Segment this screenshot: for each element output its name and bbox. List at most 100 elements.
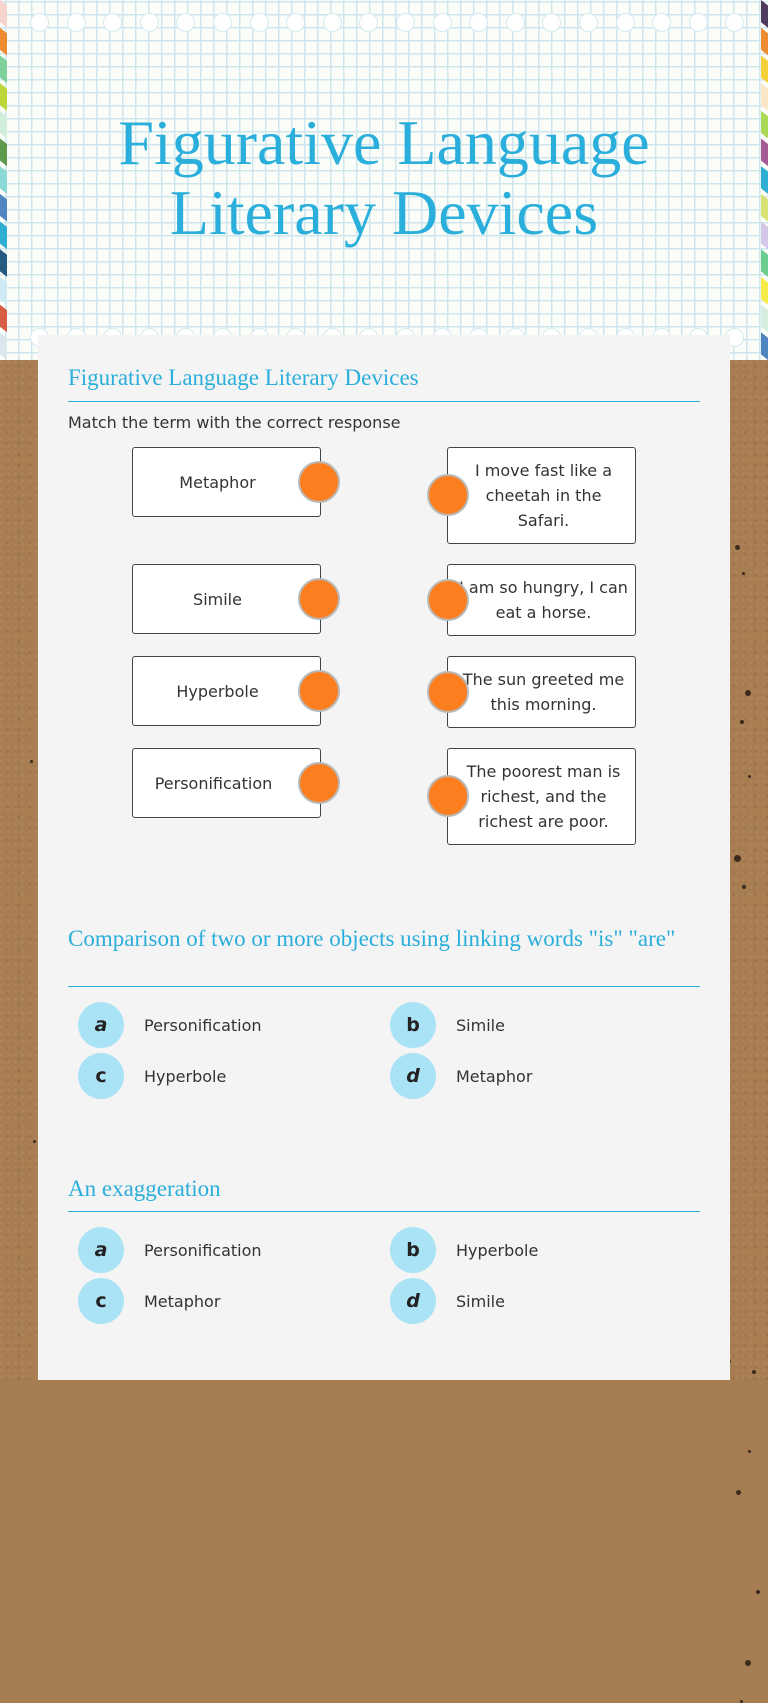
color-stripe-segment — [0, 27, 7, 56]
match-response[interactable]: The sun greeted me this morning. — [447, 656, 636, 728]
notebook-hole — [688, 13, 708, 32]
color-stripe-segment — [0, 276, 7, 305]
worksheet-card: Figurative Language Literary Devices Mat… — [38, 335, 730, 1380]
notebook-hole — [505, 13, 525, 32]
notebook-hole — [359, 13, 379, 32]
notebook-hole — [725, 13, 745, 32]
notebook-hole — [30, 13, 49, 32]
match-term-hyperbole[interactable]: Hyperbole — [132, 656, 321, 726]
color-stripe-segment — [0, 304, 7, 333]
response-text: The poorest man is richest, and the rich… — [466, 762, 621, 831]
response-connector-dot[interactable] — [427, 775, 469, 817]
question-title: Comparison of two or more objects using … — [68, 926, 676, 951]
term-label: Metaphor — [179, 472, 256, 492]
match-term-personification[interactable]: Personification — [132, 748, 321, 818]
cardboard-speck — [30, 760, 33, 763]
term-label: Personification — [154, 773, 273, 793]
question-title: An exaggeration — [68, 1176, 221, 1201]
question-instruction: Match the term with the correct response — [68, 413, 401, 432]
notebook-holes-top — [30, 13, 745, 32]
response-connector-dot[interactable] — [427, 474, 469, 516]
notebook-hole — [176, 13, 196, 32]
option-label: Metaphor — [144, 1291, 221, 1311]
notebook-hole — [286, 13, 306, 32]
title-divider — [68, 1211, 700, 1212]
color-stripe-segment — [0, 0, 7, 28]
cardboard-speck — [736, 1490, 741, 1495]
option-label: Metaphor — [456, 1066, 533, 1086]
term-label: Hyperbole — [176, 681, 259, 701]
term-connector-dot[interactable] — [298, 670, 340, 712]
color-stripe-segment — [0, 332, 7, 360]
notebook-hole — [66, 13, 86, 32]
question-title: Figurative Language Literary Devices — [68, 365, 419, 390]
notebook-hole — [469, 13, 489, 32]
option-label: Hyperbole — [456, 1240, 539, 1260]
notebook-hole — [652, 13, 672, 32]
match-response[interactable]: The poorest man is richest, and the rich… — [447, 748, 636, 845]
match-term-metaphor[interactable]: Metaphor — [132, 447, 321, 517]
match-response[interactable]: I am so hungry, I can eat a horse. — [447, 564, 636, 636]
notebook-hole — [542, 13, 562, 32]
notebook-hole — [615, 13, 635, 32]
color-stripe-segment — [761, 276, 768, 305]
color-stripe-segment — [761, 249, 768, 277]
cardboard-speck — [748, 775, 751, 778]
notebook-hole — [578, 13, 598, 32]
response-connector-dot[interactable] — [427, 579, 469, 621]
option-label: Personification — [144, 1015, 262, 1035]
color-stripe-segment — [0, 249, 7, 277]
notebook-hole — [103, 13, 123, 32]
cardboard-speck — [33, 1140, 36, 1143]
cardboard-speck — [752, 1370, 756, 1374]
option-label: Personification — [144, 1240, 262, 1260]
term-label: Simile — [193, 589, 242, 609]
color-stripe-segment — [761, 0, 768, 28]
option-letter-badge: a — [78, 1002, 124, 1048]
notebook-hole — [322, 13, 342, 32]
term-connector-dot[interactable] — [298, 578, 340, 620]
notebook-hole — [139, 13, 159, 32]
match-response[interactable]: I move fast like a cheetah in the Safari… — [447, 447, 636, 544]
option-letter-badge: a — [78, 1227, 124, 1273]
page-title-line1: Figurative Language — [118, 107, 650, 178]
response-text: The sun greeted me this morning. — [462, 670, 625, 714]
header-banner: Figurative Language Literary Devices — [0, 0, 768, 360]
cardboard-speck — [745, 1660, 751, 1666]
cardboard-speck — [742, 572, 745, 575]
answer-option-d[interactable]: d Simile — [390, 1278, 505, 1324]
response-connector-dot[interactable] — [427, 671, 469, 713]
title-divider — [68, 986, 700, 987]
cardboard-speck — [756, 1590, 760, 1594]
color-stripe-segment — [0, 55, 7, 84]
answer-option-a[interactable]: a Personification — [78, 1227, 262, 1273]
option-label: Simile — [456, 1291, 505, 1311]
cardboard-speck — [748, 1450, 751, 1453]
answer-option-b[interactable]: b Simile — [390, 1002, 505, 1048]
notebook-hole — [249, 13, 269, 32]
match-term-simile[interactable]: Simile — [132, 564, 321, 634]
answer-option-c[interactable]: c Hyperbole — [78, 1053, 226, 1099]
answer-option-b[interactable]: b Hyperbole — [390, 1227, 538, 1273]
answer-option-d[interactable]: d Metaphor — [390, 1053, 532, 1099]
answer-option-c[interactable]: c Metaphor — [78, 1278, 220, 1324]
color-stripe-segment — [761, 304, 768, 333]
option-label: Simile — [456, 1015, 505, 1035]
notebook-hole — [212, 13, 232, 32]
notebook-hole — [395, 13, 415, 32]
term-connector-dot[interactable] — [298, 461, 340, 503]
answer-option-a[interactable]: a Personification — [78, 1002, 262, 1048]
cardboard-speck — [735, 545, 740, 550]
response-text: I am so hungry, I can eat a horse. — [459, 578, 628, 622]
term-connector-dot[interactable] — [298, 762, 340, 804]
page-title: Figurative Language Literary Devices — [0, 108, 768, 248]
color-stripe-segment — [761, 55, 768, 84]
color-stripe-segment — [761, 27, 768, 56]
option-letter-badge: c — [78, 1278, 124, 1324]
cardboard-speck — [734, 855, 741, 862]
cardboard-speck — [742, 885, 746, 889]
option-letter-badge: b — [390, 1002, 436, 1048]
option-letter-badge: c — [78, 1053, 124, 1099]
color-stripe-segment — [761, 83, 768, 111]
option-letter-badge: b — [390, 1227, 436, 1273]
